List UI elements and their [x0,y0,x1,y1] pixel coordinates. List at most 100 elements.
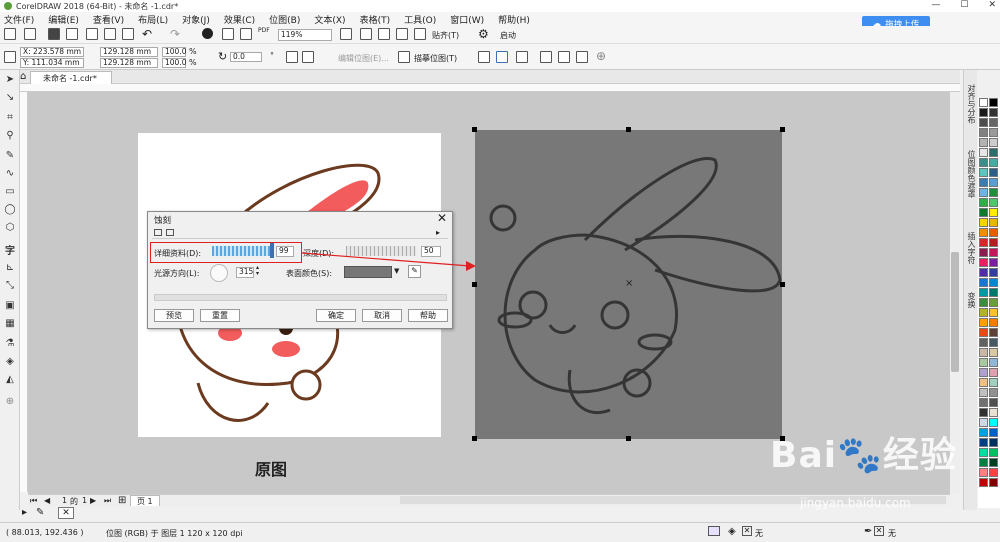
outline-none-swatch[interactable]: ✕ [874,526,884,536]
selection-handle-r[interactable] [780,282,785,287]
palette-swatch[interactable] [989,238,998,247]
palette-swatch[interactable] [979,208,988,217]
new-document-icon[interactable] [4,28,16,40]
show-guidelines-icon[interactable] [396,28,408,40]
selection-handle-tl[interactable] [472,127,477,132]
palette-swatch[interactable] [979,478,988,487]
palette-swatch[interactable] [989,418,998,427]
height-field[interactable]: 129.128 mm [100,58,158,68]
menu-view[interactable]: 查看(V) [93,13,124,26]
palette-swatch[interactable] [989,428,998,437]
search-content-icon[interactable] [202,28,213,39]
document-tab[interactable]: 未命名 -1.cdr* [30,71,112,84]
last-page-icon[interactable]: ⏭ [104,496,111,506]
palette-swatch[interactable] [979,448,988,457]
palette-swatch[interactable] [989,198,998,207]
preview-pane-dual-icon[interactable] [166,229,174,236]
horizontal-ruler[interactable] [20,84,960,92]
show-grid-icon[interactable] [378,28,390,40]
palette-swatch[interactable] [979,108,988,117]
menu-help[interactable]: 帮助(H) [498,13,530,26]
docker-insert-character[interactable]: 插入字符 [965,232,977,264]
eyedropper-icon[interactable]: ⚗ [4,338,16,349]
palette-swatch[interactable] [979,348,988,357]
palette-swatch[interactable] [989,398,998,407]
link-bitmap-icon[interactable] [558,51,570,63]
palette-swatch[interactable] [979,368,988,377]
open-icon[interactable] [24,28,36,40]
transparency-icon[interactable]: ▦ [4,318,16,329]
save-icon[interactable] [48,28,60,40]
fill-none-swatch[interactable]: ✕ [742,526,752,536]
vertical-ruler[interactable] [20,92,28,492]
pick-tool-icon[interactable]: ➤ [4,74,16,85]
paste-icon[interactable] [122,28,134,40]
palette-swatch[interactable] [989,158,998,167]
palette-swatch[interactable] [979,388,988,397]
ok-button[interactable]: 确定 [316,309,356,322]
palette-swatch[interactable] [989,448,998,457]
preview-pane-single-icon[interactable] [154,229,162,236]
menu-text[interactable]: 文本(X) [314,13,345,26]
color-palette[interactable] [978,98,1000,508]
palette-swatch[interactable] [989,178,998,187]
trace-bitmap-icon[interactable] [398,51,410,63]
import-icon[interactable] [222,28,234,40]
show-rulers-icon[interactable] [360,28,372,40]
palette-swatch[interactable] [989,168,998,177]
palette-swatch[interactable] [989,338,998,347]
selection-handle-tr[interactable] [780,127,785,132]
cut-icon[interactable] [86,28,98,40]
light-direction-dial[interactable] [210,264,228,282]
next-page-icon[interactable]: ▶ [90,496,96,505]
palette-swatch[interactable] [979,258,988,267]
eyedropper-small-icon[interactable]: ✎ [36,507,44,518]
palette-swatch[interactable] [989,298,998,307]
vertical-scroll-thumb[interactable] [951,252,959,372]
palette-swatch[interactable] [979,418,988,427]
palette-swatch[interactable] [989,438,998,447]
bitmap-border-icon[interactable] [516,51,528,63]
palette-swatch[interactable] [989,468,998,477]
palette-swatch[interactable] [979,148,988,157]
scale-x-field[interactable]: 100.0 [162,47,186,57]
palette-swatch[interactable] [989,248,998,257]
palette-swatch[interactable] [979,428,988,437]
palette-swatch[interactable] [979,158,988,167]
palette-swatch[interactable] [989,478,998,487]
snap-to-dropdown[interactable]: 贴齐(T) [432,30,459,41]
menu-window[interactable]: 窗口(W) [450,13,484,26]
y-position-field[interactable]: Y: 111.034 mm [20,58,84,68]
palette-swatch[interactable] [979,338,988,347]
selection-handle-t[interactable] [626,127,631,132]
palette-swatch[interactable] [979,288,988,297]
minimize-icon[interactable]: — [931,0,940,10]
selection-handle-b[interactable] [626,436,631,441]
palette-swatch[interactable] [979,298,988,307]
palette-swatch[interactable] [989,228,998,237]
rotation-angle-field[interactable]: 0.0 [230,52,262,62]
palette-swatch[interactable] [979,318,988,327]
width-field[interactable]: 129.128 mm [100,47,158,57]
rectangle-tool-icon[interactable]: ▭ [4,186,16,197]
palette-swatch[interactable] [989,138,998,147]
options-gear-icon[interactable]: ⚙ [478,27,489,41]
freehand-tool-icon[interactable]: ✎ [4,150,16,161]
scale-y-field[interactable]: 100.0 [162,58,186,68]
menu-object[interactable]: 对象(J) [182,13,210,26]
palette-swatch[interactable] [989,208,998,217]
palette-swatch[interactable] [979,128,988,137]
palette-swatch[interactable] [989,128,998,137]
interactive-fill-icon[interactable]: ◈ [4,356,16,367]
mirror-vertical-icon[interactable] [302,51,314,63]
copy-icon[interactable] [104,28,116,40]
palette-swatch[interactable] [989,328,998,337]
expand-dialog-icon[interactable]: ▸ [436,228,440,237]
document-color-icon[interactable] [708,526,720,536]
crop-tool-icon[interactable]: ⌗ [4,112,16,123]
print-icon[interactable] [66,28,78,40]
palette-swatch[interactable] [979,248,988,257]
palette-swatch[interactable] [979,188,988,197]
palette-swatch[interactable] [989,278,998,287]
palette-swatch[interactable] [989,408,998,417]
